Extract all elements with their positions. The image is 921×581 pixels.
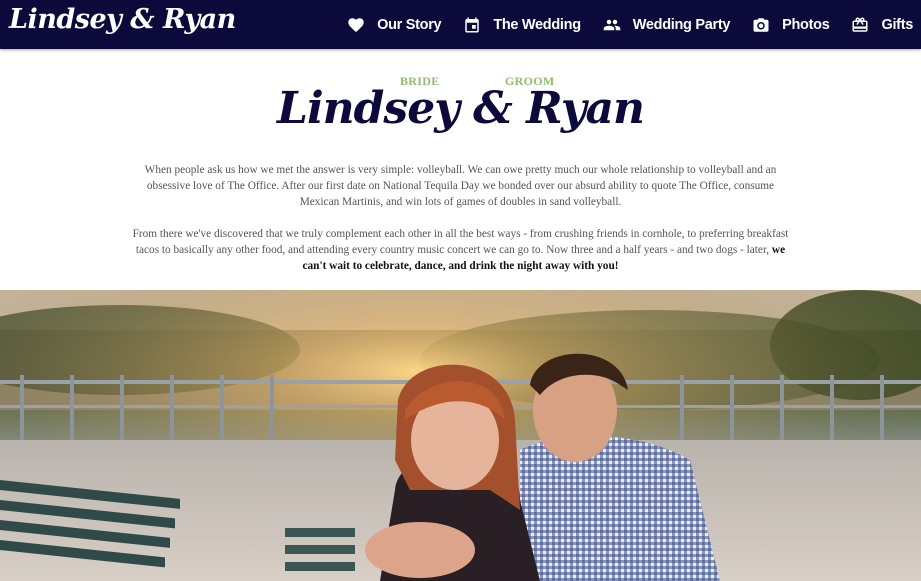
- intro-section: BRIDE GROOM Lindsey & Ryan When people a…: [0, 49, 921, 290]
- nav-item-label: Wedding Party: [632, 16, 731, 33]
- gift-icon: [851, 16, 869, 34]
- nav-item-label: Photos: [782, 16, 830, 33]
- nav-item-label: Our Story: [377, 16, 442, 33]
- brand-logo[interactable]: Lindsey & Ryan: [9, 4, 236, 35]
- nav-item-gifts[interactable]: Gifts: [851, 16, 913, 34]
- engagement-photo: [0, 290, 921, 581]
- calendar-icon: [463, 16, 481, 34]
- engagement-photo-illustration: [0, 290, 921, 581]
- nav-item-wedding-party[interactable]: Wedding Party: [603, 16, 730, 34]
- couple-names-title: Lindsey & Ryan: [277, 83, 645, 134]
- top-navbar: Lindsey & Ryan Our Story The Wedding Wed…: [0, 0, 921, 49]
- heart-icon: [347, 16, 365, 34]
- group-icon: [603, 16, 621, 34]
- nav-item-the-wedding[interactable]: The Wedding: [463, 16, 581, 34]
- nav-item-our-story[interactable]: Our Story: [347, 16, 442, 34]
- nav-item-label: Gifts: [881, 16, 913, 33]
- camera-icon: [752, 16, 770, 34]
- story-paragraph-2: From there we've discovered that we trul…: [130, 226, 791, 275]
- nav-links: Our Story The Wedding Wedding Party Phot…: [325, 0, 913, 49]
- story-paragraph-1: When people ask us how we met the answer…: [144, 164, 777, 209]
- nav-item-label: The Wedding: [493, 16, 581, 33]
- story-paragraph-2-text: From there we've discovered that we trul…: [132, 228, 789, 257]
- nav-item-photos[interactable]: Photos: [752, 16, 830, 34]
